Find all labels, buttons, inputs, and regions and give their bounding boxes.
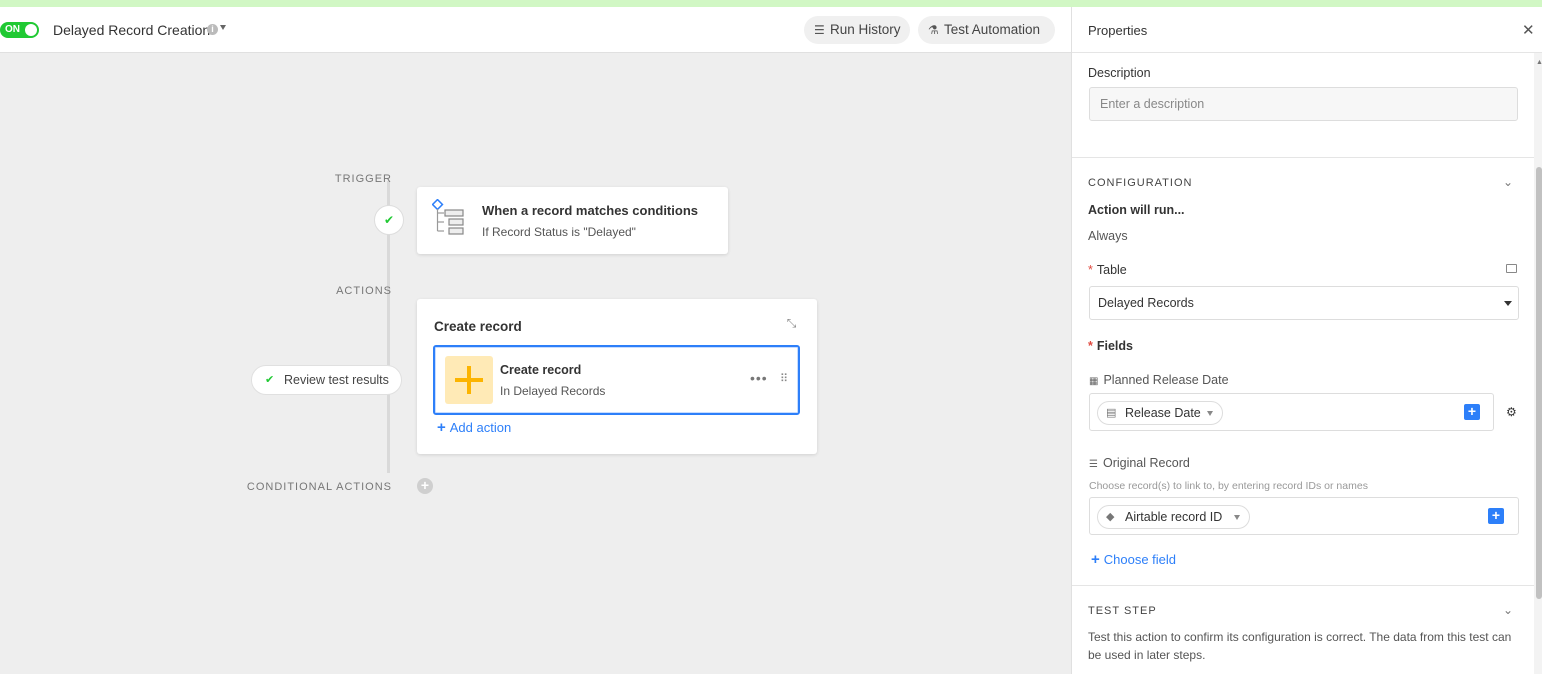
release-date-token-label: Release Date <box>1125 406 1201 420</box>
check-icon: ✔ <box>265 374 275 386</box>
flask-icon: ⚗ <box>928 23 939 37</box>
description-input[interactable]: Enter a description <box>1089 87 1518 121</box>
automation-name[interactable]: Delayed Record Creation <box>53 21 210 39</box>
automation-canvas: TRIGGER ACTIONS CONDITIONAL ACTIONS ✔ Wh… <box>0 53 1071 674</box>
chevron-down-icon[interactable] <box>220 25 226 30</box>
add-action-button[interactable]: + Add action <box>437 419 511 436</box>
actions-section-label: ACTIONS <box>336 285 392 297</box>
trigger-section-label: TRIGGER <box>334 173 392 185</box>
create-record-action[interactable]: Create record In Delayed Records ••• ⠿ <box>433 345 800 415</box>
airtable-record-id-token[interactable]: ◆ Airtable record ID <box>1097 505 1250 529</box>
chevron-down-icon[interactable]: ⌄ <box>1503 603 1513 617</box>
toggle-label: ON <box>5 24 20 35</box>
list-icon: ☰ <box>814 23 825 37</box>
trigger-subtitle: If Record Status is "Delayed" <box>482 225 636 239</box>
choose-field-button[interactable]: + Choose field <box>1091 551 1176 568</box>
toggle-knob <box>25 24 37 36</box>
plus-icon <box>445 356 493 404</box>
test-step-description: Test this action to confirm its configur… <box>1088 630 1512 662</box>
scroll-up-icon[interactable]: ▲ <box>1536 59 1542 66</box>
properties-panel: Properties ✕ ▲ Description Enter a descr… <box>1071 7 1542 674</box>
tag-icon: ◆ <box>1106 511 1115 523</box>
more-options-icon[interactable]: ••• <box>750 371 768 385</box>
table-label: * Table <box>1088 263 1127 277</box>
scrollbar-thumb[interactable] <box>1536 167 1542 599</box>
conditional-actions-section-label: CONDITIONAL ACTIONS <box>246 481 392 493</box>
trigger-check-icon: ✔ <box>374 205 404 235</box>
choose-field-label: Choose field <box>1103 552 1177 567</box>
calendar-icon: ▤ <box>1106 407 1117 419</box>
plus-icon: + <box>1091 551 1100 568</box>
gear-icon[interactable]: ⚙ <box>1506 405 1517 419</box>
plus-icon: + <box>437 419 446 436</box>
conditions-tree-icon <box>432 199 464 235</box>
chevron-down-icon <box>1504 301 1512 306</box>
insert-token-plus-icon[interactable]: + <box>1464 404 1480 420</box>
section-divider <box>1072 585 1534 586</box>
test-automation-button[interactable]: ⚗ Test Automation <box>918 16 1055 44</box>
table-select-value: Delayed Records <box>1098 296 1194 310</box>
add-action-label: Add action <box>449 420 512 435</box>
original-record-label: ☰ Original Record <box>1089 456 1190 470</box>
action-subtitle: In Delayed Records <box>500 384 606 398</box>
chevron-down-icon <box>1207 411 1213 416</box>
chevron-down-icon[interactable]: ⌄ <box>1503 175 1513 189</box>
link-field-icon: ☰ <box>1089 459 1098 470</box>
test-automation-label: Test Automation <box>944 22 1041 37</box>
original-record-field[interactable]: ◆ Airtable record ID + <box>1089 497 1519 535</box>
actions-group-card: Create record ⤡ Create record In Delayed… <box>417 299 817 454</box>
close-icon[interactable]: ✕ <box>1522 21 1535 39</box>
top-banner-strip <box>0 0 1542 7</box>
trigger-card[interactable]: When a record matches conditions If Reco… <box>417 187 728 254</box>
review-test-results-label: Review test results <box>284 373 389 387</box>
panel-title: Properties <box>1088 23 1148 38</box>
configuration-heading: CONFIGURATION <box>1088 177 1193 189</box>
table-select[interactable]: Delayed Records <box>1089 286 1519 320</box>
fields-label: * Fields <box>1088 339 1133 353</box>
description-label: Description <box>1088 66 1151 80</box>
info-icon[interactable]: i <box>207 24 218 35</box>
action-will-run-value[interactable]: Always <box>1088 229 1128 243</box>
trigger-title: When a record matches conditions <box>482 203 698 218</box>
release-date-token[interactable]: ▤ Release Date <box>1097 401 1223 425</box>
automation-header: ON Delayed Record Creation i ☰ Run Histo… <box>0 7 1071 53</box>
review-test-results-button[interactable]: ✔ Review test results <box>251 365 402 395</box>
planned-release-date-label: ▦ Planned Release Date <box>1089 373 1229 387</box>
action-title: Create record <box>500 363 582 377</box>
field-type-icon: ▦ <box>1089 376 1099 387</box>
test-step-heading: TEST STEP <box>1088 605 1157 617</box>
drag-handle-icon[interactable]: ⠿ <box>780 372 790 386</box>
insert-token-plus-icon[interactable]: + <box>1488 508 1504 524</box>
panel-header: Properties ✕ <box>1072 7 1542 53</box>
section-divider <box>1072 157 1534 158</box>
collapse-icon[interactable]: ⤡ <box>784 316 799 331</box>
run-history-label: Run History <box>830 22 901 37</box>
expand-icon[interactable] <box>1506 264 1517 273</box>
action-will-run-label: Action will run... <box>1088 203 1185 217</box>
planned-release-date-field[interactable]: ▤ Release Date + <box>1089 393 1494 431</box>
automation-on-toggle[interactable]: ON <box>0 22 39 38</box>
add-conditional-action-button[interactable]: + <box>417 478 433 494</box>
actions-group-title: Create record <box>434 319 522 334</box>
run-history-button[interactable]: ☰ Run History <box>804 16 910 44</box>
original-record-hint: Choose record(s) to link to, by entering… <box>1089 480 1368 492</box>
chevron-down-icon <box>1234 515 1240 520</box>
airtable-record-id-token-label: Airtable record ID <box>1125 510 1223 524</box>
